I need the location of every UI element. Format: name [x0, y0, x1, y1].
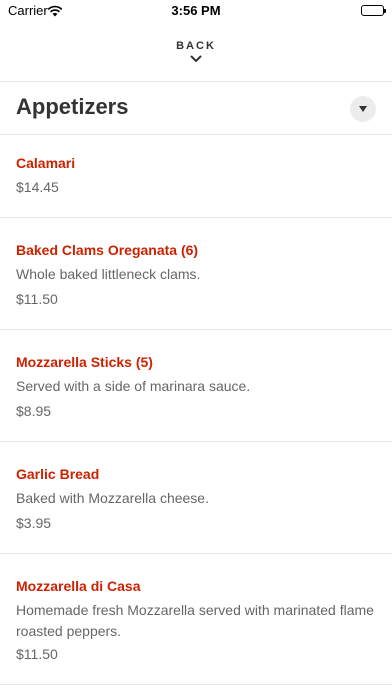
section-dropdown-button[interactable] [350, 96, 376, 122]
menu-item-description: Homemade fresh Mozzarella served with ma… [16, 602, 374, 639]
menu-item-name: Mozzarella Sticks (5) [16, 354, 153, 370]
menu-item-name: Baked Clams Oreganata (6) [16, 242, 199, 258]
menu-item[interactable]: Calamari $14.45 [0, 135, 392, 217]
dropdown-caret-icon [359, 106, 367, 112]
status-time: 3:56 PM [171, 3, 221, 18]
menu-item[interactable]: Baked Clams Oreganata (6) Whole baked li… [0, 218, 392, 329]
menu-item-name: Mozzarella di Casa [16, 578, 141, 594]
section-title: Appetizers [16, 94, 129, 119]
menu-item-name: Garlic Bread [16, 466, 100, 482]
menu-item-description: Served with a side of marinara sauce. [16, 378, 251, 394]
battery-icon [361, 5, 386, 16]
menu-item-description: Baked with Mozzarella cheese. [16, 490, 209, 506]
menu-item[interactable]: Garlic Bread Baked with Mozzarella chees… [0, 442, 392, 553]
chevron-down-icon [190, 55, 202, 62]
menu-item-name: Calamari [16, 155, 76, 171]
divider [0, 81, 392, 82]
menu-item[interactable]: Mozzarella di Casa Homemade fresh Mozzar… [0, 554, 392, 684]
menu-item-price: $11.50 [16, 646, 58, 662]
divider [0, 684, 392, 685]
menu-item-price: $14.45 [16, 179, 59, 195]
menu-item-price: $11.50 [16, 291, 58, 307]
menu-item-description: Whole baked littleneck clams. [16, 266, 201, 282]
back-button[interactable]: BACK [0, 36, 392, 72]
menu-item-price: $8.95 [16, 403, 52, 419]
status-bar: Carrier 3:56 PM [0, 0, 392, 22]
menu-item-price: $3.95 [16, 515, 52, 531]
back-label: BACK [176, 40, 216, 52]
menu-item[interactable]: Mozzarella Sticks (5) Served with a side… [0, 330, 392, 441]
